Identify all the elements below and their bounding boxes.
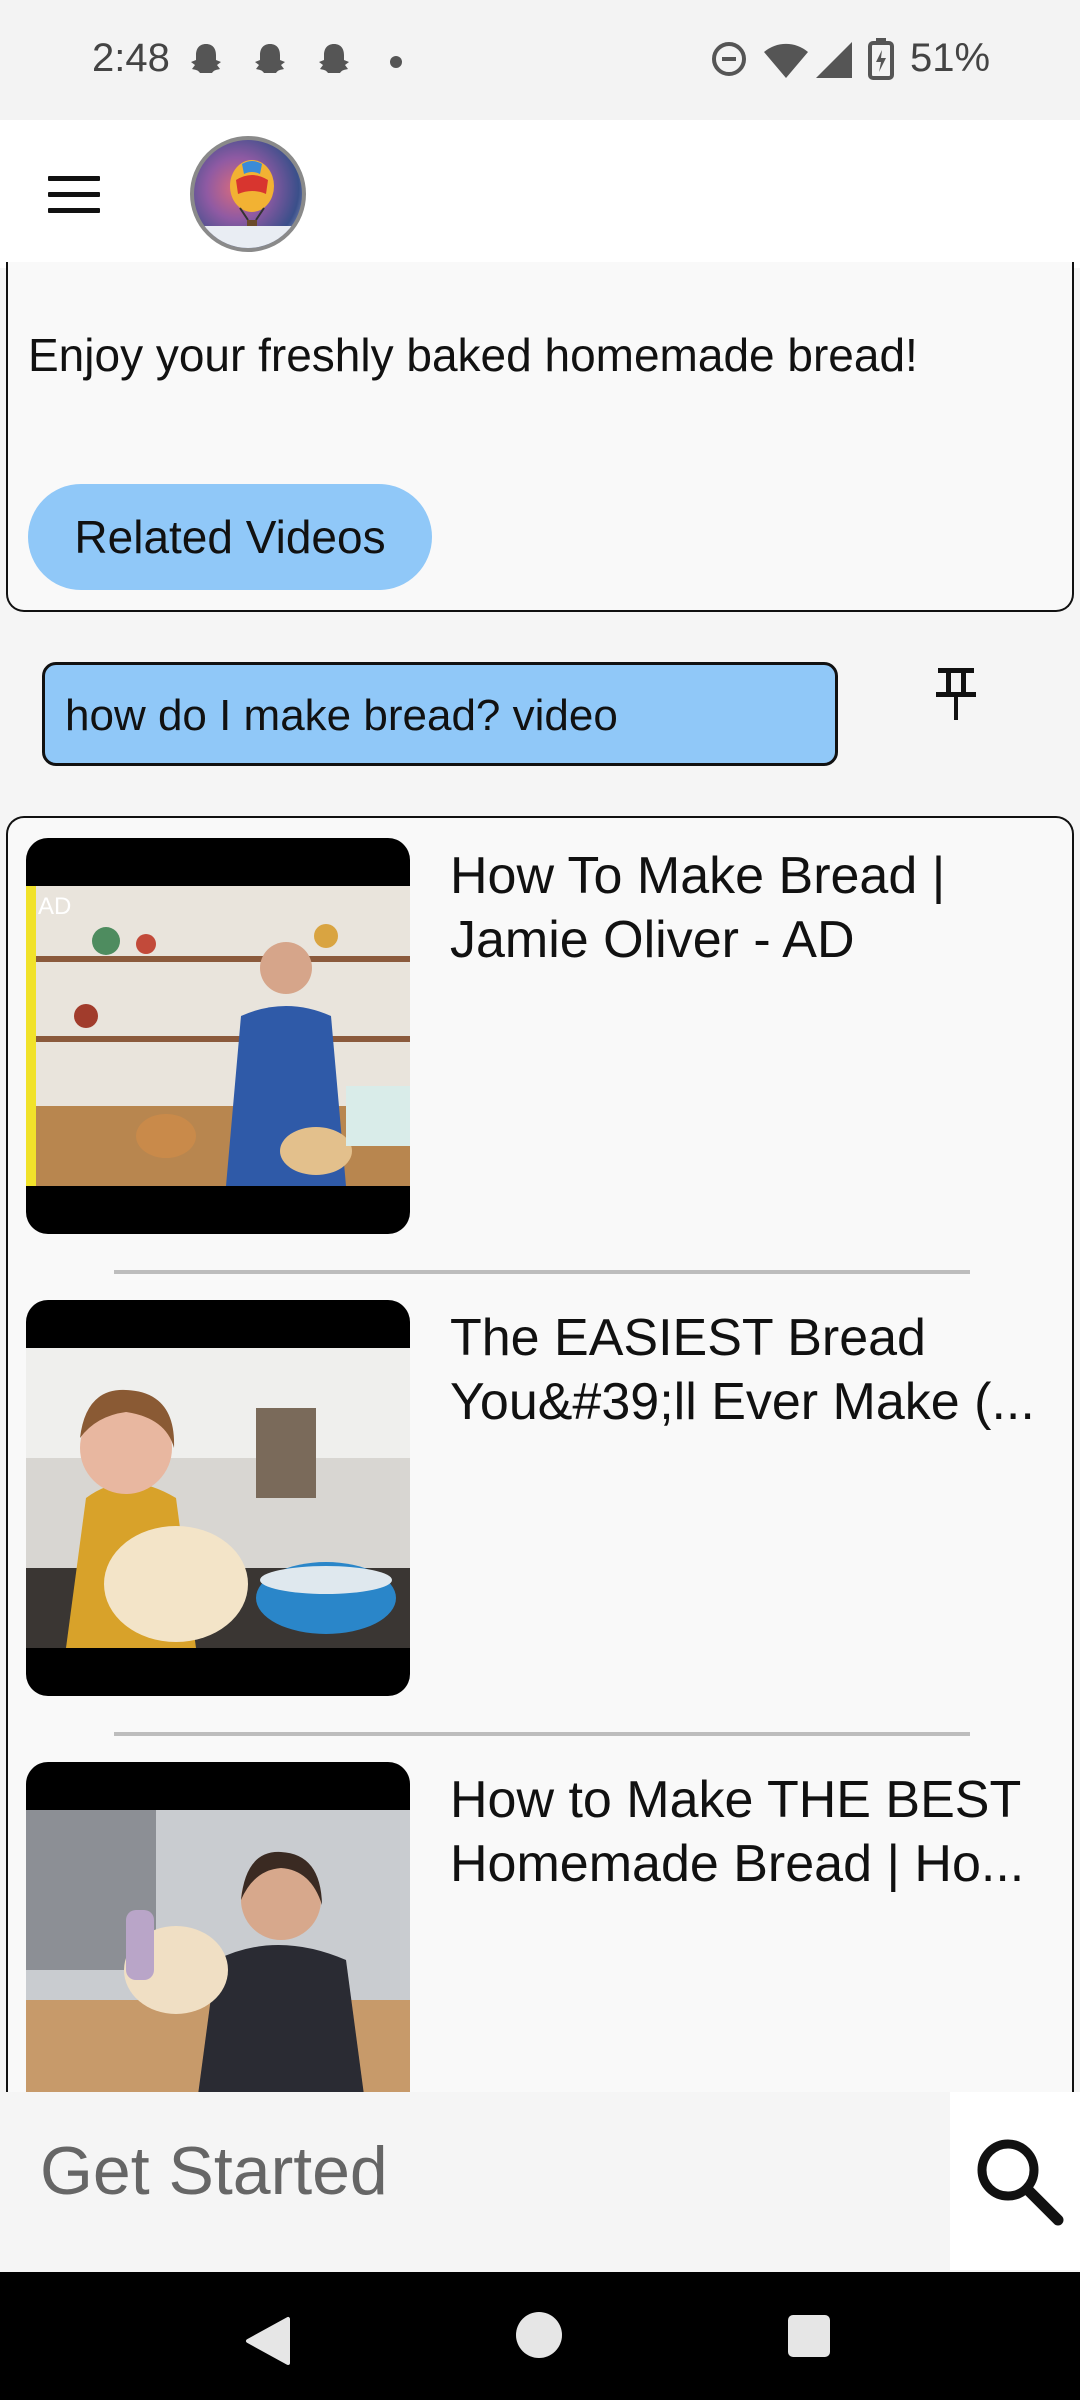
status-time: 2:48 [92, 36, 170, 80]
do-not-disturb-icon [712, 42, 746, 76]
snapchat-ghost-icon [319, 44, 349, 73]
search-button[interactable] [950, 2092, 1080, 2270]
search-bar[interactable]: Get Started [0, 2092, 950, 2270]
wifi-icon [764, 43, 808, 78]
back-icon[interactable] [244, 2316, 290, 2366]
video-item[interactable]: AD How To Make Bread | Jamie Oliver - AD [26, 838, 1066, 1234]
recents-icon[interactable] [788, 2315, 830, 2357]
video-title[interactable]: How To Make Bread | Jamie Oliver - AD [450, 844, 1050, 972]
related-videos-button[interactable]: Related Videos [28, 484, 432, 590]
battery-percentage: 51% [910, 36, 991, 80]
search-icon [977, 2139, 1064, 2226]
status-bar: 2:48 51% [0, 0, 1080, 120]
video-title[interactable]: The EASIEST Bread You&#39;ll Ever Make (… [450, 1306, 1050, 1434]
hot-air-balloon-icon [194, 160, 302, 248]
ad-badge: AD [38, 893, 71, 920]
battery-charging-icon [868, 38, 894, 80]
video-thumbnail-image: AD [26, 886, 410, 1186]
divider [114, 1732, 970, 1736]
app-bar [0, 120, 1080, 268]
divider [114, 1270, 970, 1274]
video-thumbnail[interactable]: AD [26, 838, 410, 1234]
snapchat-ghost-icon [191, 44, 221, 73]
pin-icon[interactable] [932, 664, 980, 724]
video-results-card: AD How To Make Bread | Jamie Oliver - AD… [6, 816, 1074, 2116]
hamburger-menu-icon[interactable] [48, 176, 100, 216]
home-icon[interactable] [516, 2312, 562, 2358]
query-text: how do I make bread? video [65, 691, 618, 740]
signal-icon [816, 42, 852, 78]
query-chip[interactable]: how do I make bread? video [42, 662, 838, 766]
video-thumbnail[interactable] [26, 1762, 410, 2116]
answer-card: Enjoy your freshly baked homemade bread!… [6, 262, 1074, 612]
video-title[interactable]: How to Make THE BEST Homemade Bread | Ho… [450, 1768, 1050, 1896]
snapchat-ghost-icon [255, 44, 285, 73]
app-logo[interactable] [190, 136, 306, 252]
video-thumbnail-image [26, 1810, 410, 2110]
video-item[interactable]: How to Make THE BEST Homemade Bread | Ho… [26, 1762, 1066, 2116]
search-input[interactable]: Get Started [40, 2132, 388, 2210]
video-thumbnail[interactable] [26, 1300, 410, 1696]
video-item[interactable]: The EASIEST Bread You&#39;ll Ever Make (… [26, 1300, 1066, 1696]
answer-text: Enjoy your freshly baked homemade bread! [28, 329, 918, 381]
video-thumbnail-image [26, 1348, 410, 1648]
dot-icon [390, 56, 402, 68]
